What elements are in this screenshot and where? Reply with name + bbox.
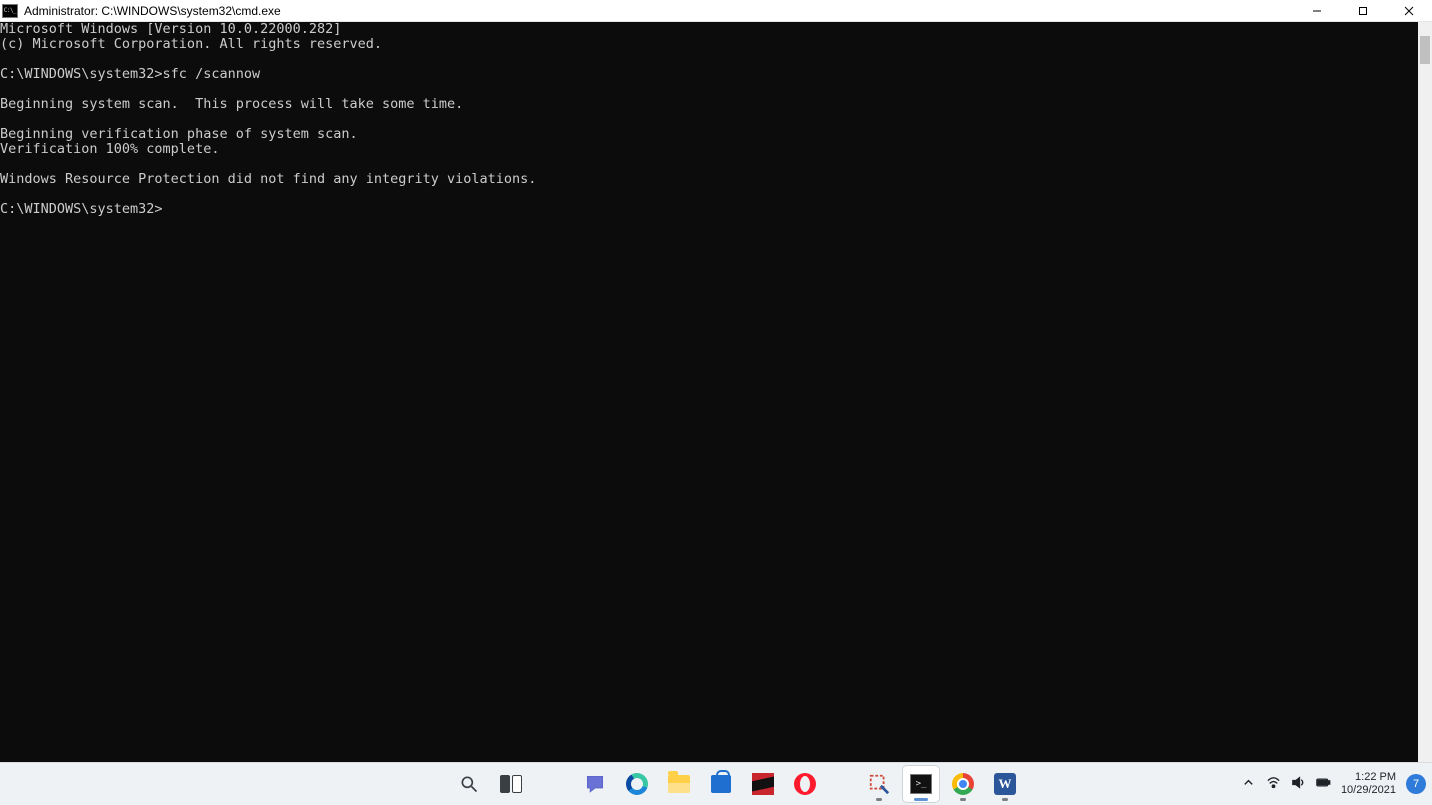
vertical-scrollbar[interactable] <box>1418 22 1432 762</box>
search-icon <box>457 772 481 796</box>
terminal-line: (c) Microsoft Corporation. All rights re… <box>0 37 1418 52</box>
store-icon <box>711 775 731 793</box>
window-title: Administrator: C:\WINDOWS\system32\cmd.e… <box>24 4 281 18</box>
taskbar-center: W <box>409 763 1023 805</box>
scrollbar-thumb[interactable] <box>1420 36 1430 64</box>
widgets-icon <box>541 772 565 796</box>
snip-icon <box>867 772 891 796</box>
tray-icons <box>1241 775 1331 793</box>
taskbar-search-button[interactable] <box>451 766 487 802</box>
terminal-line: Beginning verification phase of system s… <box>0 127 1418 142</box>
start-icon <box>415 772 439 796</box>
taskbar-opera-button[interactable] <box>787 766 823 802</box>
terminal-line: Microsoft Windows [Version 10.0.22000.28… <box>0 22 1418 37</box>
terminal-line: Beginning system scan. This process will… <box>0 97 1418 112</box>
wifi-icon[interactable] <box>1266 775 1281 793</box>
chat-icon <box>583 772 607 796</box>
terminal-line: Verification 100% complete. <box>0 142 1418 157</box>
terminal-line <box>0 82 1418 97</box>
taskbar: W 1:22 PM 10/29/2021 7 <box>0 762 1432 805</box>
taskbar-start-button[interactable] <box>409 766 445 802</box>
titlebar: Administrator: C:\WINDOWS\system32\cmd.e… <box>0 0 1432 22</box>
tray-overflow-icon[interactable] <box>1241 775 1256 793</box>
taskbar-explorer-button[interactable] <box>661 766 697 802</box>
battery-icon[interactable] <box>1316 775 1331 793</box>
taskbar-edge-button[interactable] <box>619 766 655 802</box>
app-icon <box>752 773 774 795</box>
titlebar-left: Administrator: C:\WINDOWS\system32\cmd.e… <box>0 4 281 18</box>
terminal-line <box>0 157 1418 172</box>
taskbar-widgets-button[interactable] <box>535 766 571 802</box>
taskbar-word-button[interactable]: W <box>987 766 1023 802</box>
volume-icon[interactable] <box>1291 775 1306 793</box>
close-button[interactable] <box>1386 0 1432 22</box>
taskbar-chat-button[interactable] <box>577 766 613 802</box>
taskbar-snip-button[interactable] <box>861 766 897 802</box>
cmd-window-icon <box>2 4 18 18</box>
terminal-line: C:\WINDOWS\system32> <box>0 202 1418 217</box>
taskview-icon <box>499 772 523 796</box>
word-icon: W <box>994 773 1016 795</box>
opera-icon <box>794 773 816 795</box>
terminal-line: Windows Resource Protection did not find… <box>0 172 1418 187</box>
taskbar-store-button[interactable] <box>703 766 739 802</box>
taskbar-redapp-button[interactable] <box>745 766 781 802</box>
terminal-area: Microsoft Windows [Version 10.0.22000.28… <box>0 22 1432 762</box>
taskbar-clock[interactable]: 1:22 PM 10/29/2021 <box>1341 771 1396 797</box>
file-explorer-icon <box>668 775 690 793</box>
taskbar-taskview-button[interactable] <box>493 766 529 802</box>
maximize-button[interactable] <box>1340 0 1386 22</box>
minimize-button[interactable] <box>1294 0 1340 22</box>
terminal-output[interactable]: Microsoft Windows [Version 10.0.22000.28… <box>0 22 1418 762</box>
window-controls <box>1294 0 1432 22</box>
taskbar-chrome-button[interactable] <box>945 766 981 802</box>
cmd-icon <box>910 774 932 794</box>
terminal-line <box>0 52 1418 67</box>
terminal-line <box>0 112 1418 127</box>
chrome-icon <box>952 773 974 795</box>
taskbar-cmd-button[interactable] <box>903 766 939 802</box>
terminal-line <box>0 187 1418 202</box>
terminal-line: C:\WINDOWS\system32>sfc /scannow <box>0 67 1418 82</box>
edge-icon <box>626 773 648 795</box>
system-tray: 1:22 PM 10/29/2021 7 <box>1241 763 1426 805</box>
notifications-badge[interactable]: 7 <box>1406 774 1426 794</box>
clock-date: 10/29/2021 <box>1341 784 1396 797</box>
clock-time: 1:22 PM <box>1341 771 1396 784</box>
